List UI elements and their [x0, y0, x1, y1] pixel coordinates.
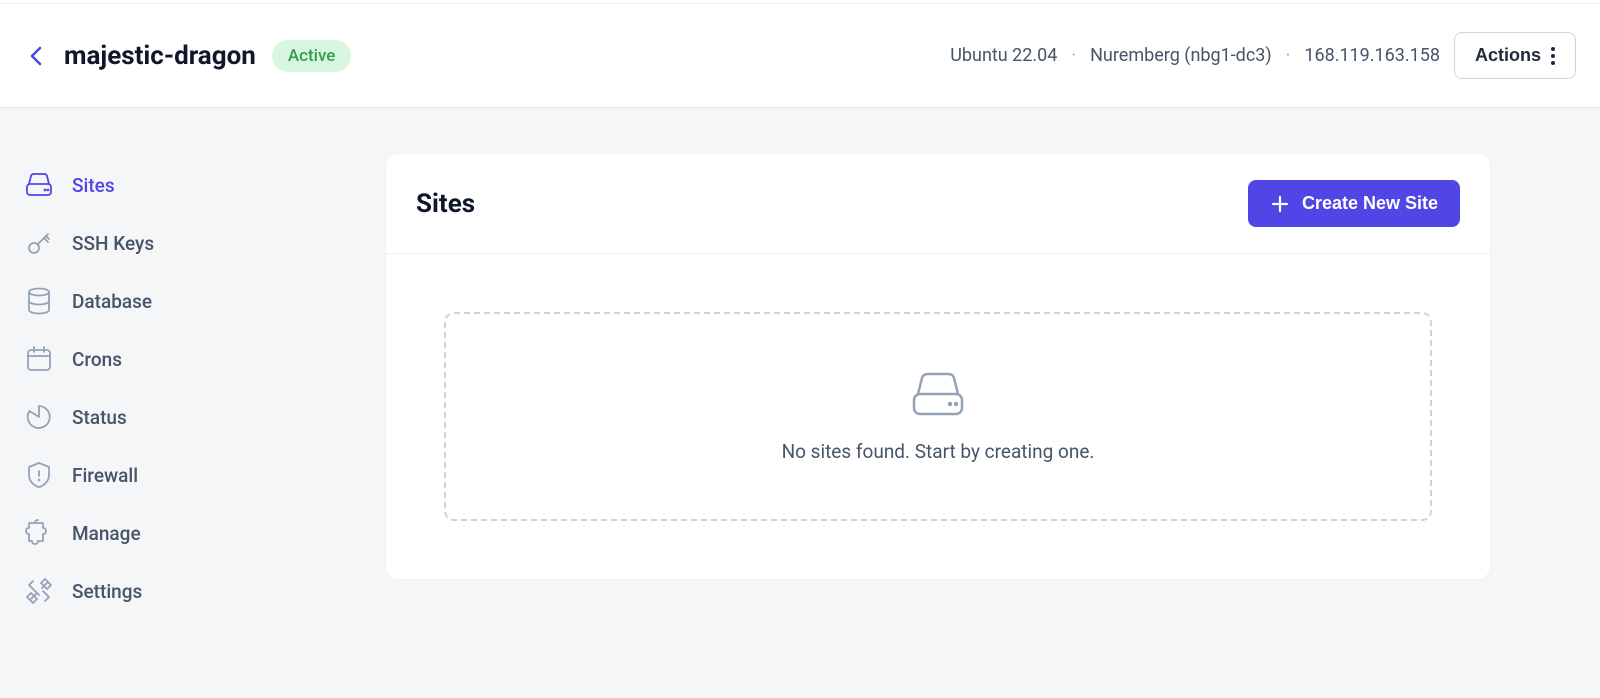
sidebar-item-database[interactable]: Database	[24, 272, 386, 330]
card-body: No sites found. Start by creating one.	[386, 254, 1490, 579]
actions-button[interactable]: Actions	[1454, 32, 1576, 79]
sidebar-item-label: SSH Keys	[72, 232, 154, 255]
server-icon	[24, 170, 54, 200]
more-vertical-icon	[1551, 47, 1555, 65]
sidebar-item-crons[interactable]: Crons	[24, 330, 386, 388]
sidebar-item-label: Sites	[72, 174, 115, 197]
card-header: Sites Create New Site	[386, 154, 1490, 254]
sites-card: Sites Create New Site	[386, 154, 1490, 579]
empty-state: No sites found. Start by creating one.	[444, 312, 1432, 521]
calendar-icon	[24, 344, 54, 374]
card-title: Sites	[416, 189, 475, 219]
sidebar-item-ssh-keys[interactable]: SSH Keys	[24, 214, 386, 272]
sidebar-item-manage[interactable]: Manage	[24, 504, 386, 562]
key-icon	[24, 228, 54, 258]
empty-state-message: No sites found. Start by creating one.	[782, 440, 1095, 463]
plus-icon	[1270, 194, 1290, 214]
separator: ·	[1071, 45, 1076, 66]
actions-button-label: Actions	[1475, 45, 1541, 66]
chart-icon	[24, 402, 54, 432]
database-icon	[24, 286, 54, 316]
wrench-icon	[24, 576, 54, 606]
server-ip: 168.119.163.158	[1304, 45, 1440, 66]
sidebar-item-label: Status	[72, 406, 127, 429]
sidebar-item-label: Crons	[72, 348, 122, 371]
sidebar-item-label: Settings	[72, 580, 142, 603]
sidebar-item-sites[interactable]: Sites	[24, 156, 386, 214]
sidebar-item-label: Firewall	[72, 464, 138, 487]
sidebar-item-status[interactable]: Status	[24, 388, 386, 446]
sidebar-item-settings[interactable]: Settings	[24, 562, 386, 620]
back-button[interactable]	[24, 44, 48, 68]
puzzle-icon	[24, 518, 54, 548]
header-right: Ubuntu 22.04 · Nuremberg (nbg1-dc3) · 16…	[950, 32, 1576, 79]
create-button-label: Create New Site	[1302, 193, 1438, 214]
header-left: majestic-dragon Active	[24, 40, 351, 72]
server-os: Ubuntu 22.04	[950, 45, 1057, 66]
chevron-left-icon	[30, 46, 42, 66]
server-location: Nuremberg (nbg1-dc3)	[1090, 45, 1272, 66]
separator: ·	[1286, 45, 1291, 66]
sidebar: Sites SSH Keys Database Crons Status	[0, 108, 386, 698]
shield-icon	[24, 460, 54, 490]
main-content: Sites Create New Site	[386, 108, 1600, 698]
server-illustration-icon	[910, 370, 966, 422]
sidebar-item-label: Manage	[72, 522, 141, 545]
create-new-site-button[interactable]: Create New Site	[1248, 180, 1460, 227]
page-header: majestic-dragon Active Ubuntu 22.04 · Nu…	[0, 4, 1600, 108]
sidebar-item-label: Database	[72, 290, 152, 313]
sidebar-item-firewall[interactable]: Firewall	[24, 446, 386, 504]
status-badge: Active	[272, 40, 352, 72]
server-name: majestic-dragon	[64, 41, 256, 71]
